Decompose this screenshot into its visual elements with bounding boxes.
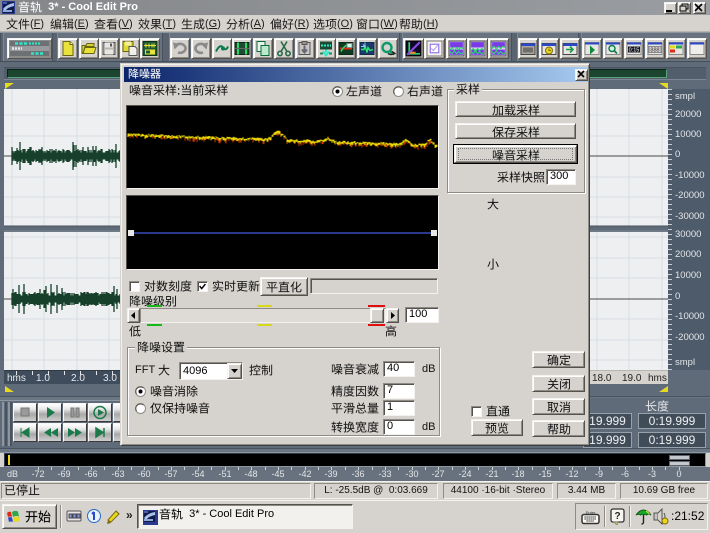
svg-text:888: 888 <box>650 48 659 54</box>
svg-text:?: ? <box>614 511 620 522</box>
svg-text:0:15: 0:15 <box>629 48 640 54</box>
